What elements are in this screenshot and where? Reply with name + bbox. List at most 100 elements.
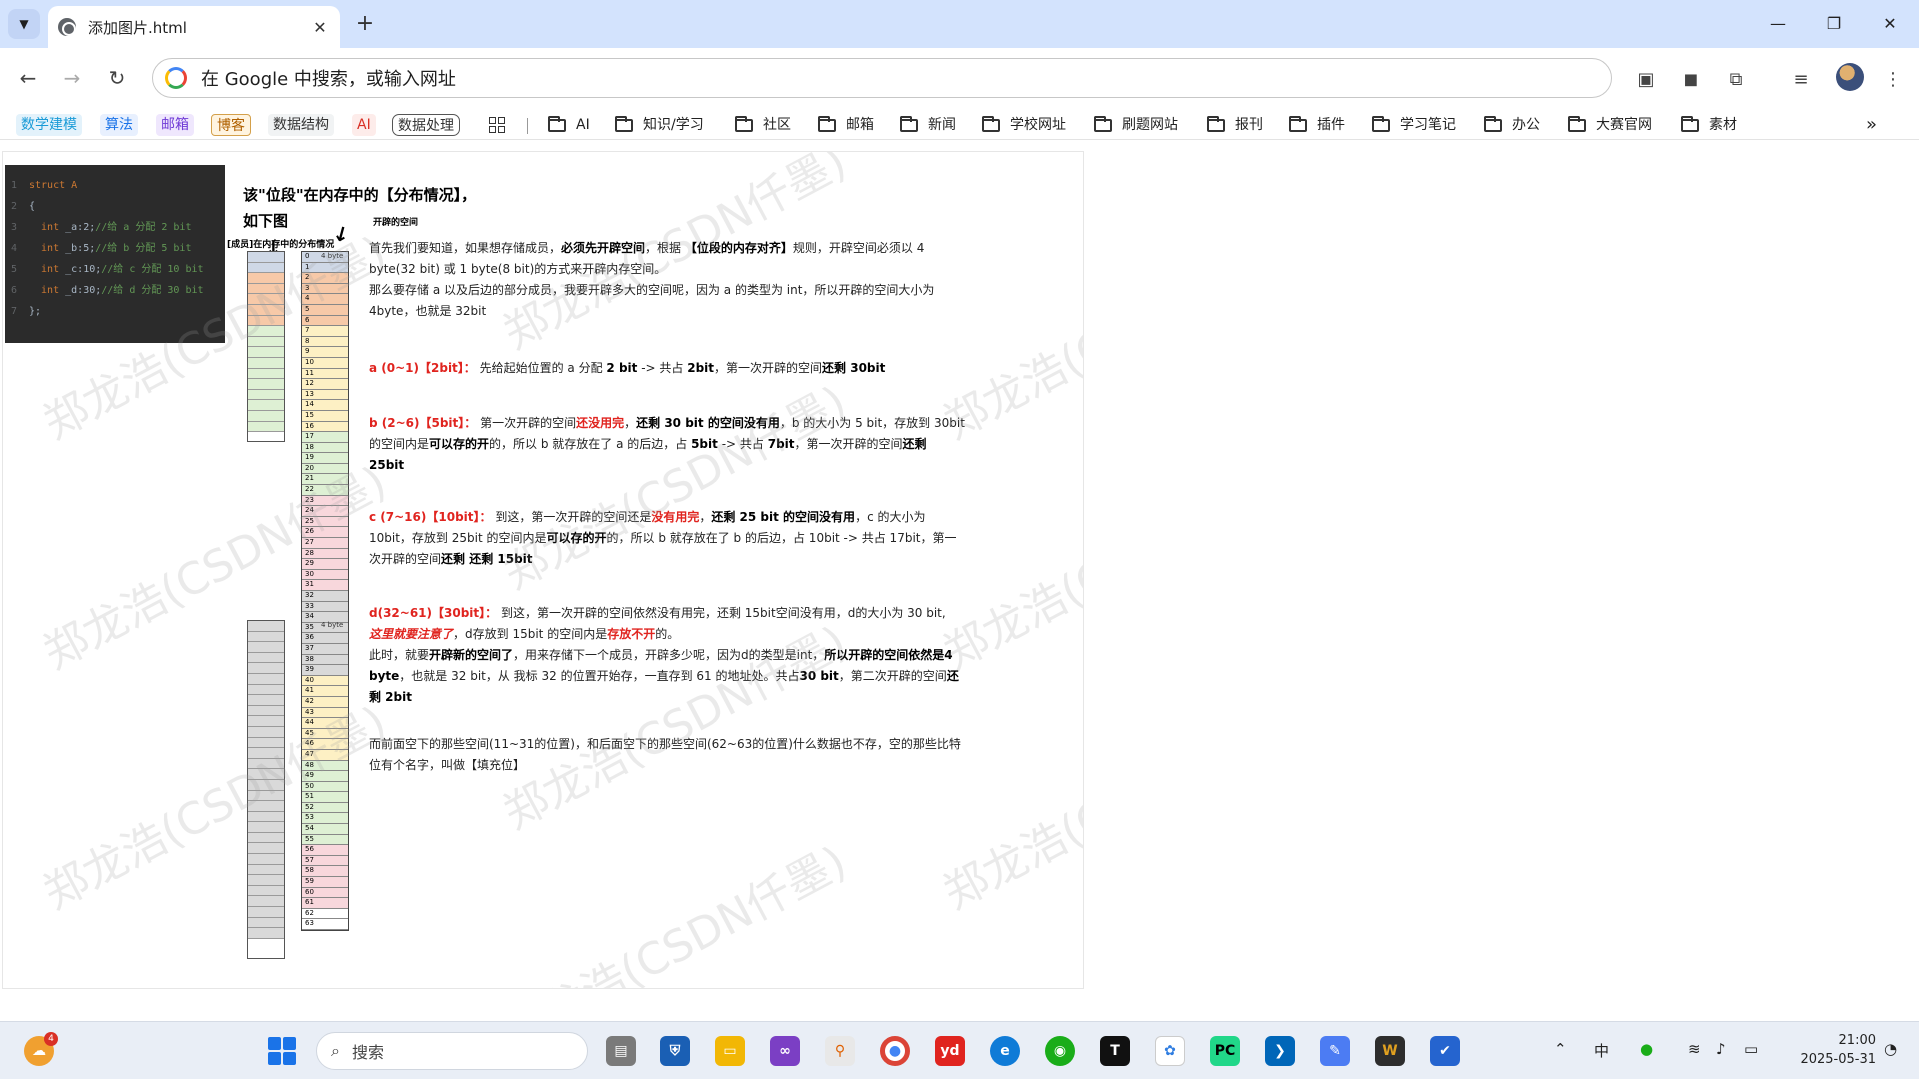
diagram-title-line: 如下图 <box>243 212 289 230</box>
pycharm-icon[interactable]: PC <box>1210 1036 1240 1066</box>
apps-grid-icon[interactable] <box>489 117 505 133</box>
start-button[interactable] <box>268 1037 296 1065</box>
system-clock[interactable]: 21:00 2025-05-31 <box>1794 1031 1876 1069</box>
volume-icon[interactable]: ♪ <box>1716 1040 1726 1058</box>
bookmark-chip[interactable]: 算法 <box>100 114 138 136</box>
wechat-icon[interactable]: ◉ <box>1045 1036 1075 1066</box>
typora-icon[interactable]: T <box>1100 1036 1130 1066</box>
member-cell <box>248 347 284 358</box>
bit-cell: 22 <box>302 485 348 496</box>
file-explorer-icon[interactable]: ▭ <box>715 1036 745 1066</box>
bookmark-folder[interactable]: 报刊 <box>1207 114 1263 136</box>
bookmark-folder[interactable]: 素材 <box>1681 114 1737 136</box>
folder-label: 素材 <box>1709 117 1737 133</box>
globe-icon <box>58 18 76 36</box>
puzzle-extensions-icon[interactable]: ⧉ <box>1723 66 1749 92</box>
notification-icon[interactable]: ◔ <box>1884 1040 1897 1058</box>
bookmark-chip[interactable]: 数据结构 <box>268 114 334 136</box>
folder-icon <box>1289 115 1307 132</box>
bookmarks-overflow-button[interactable]: » <box>1866 114 1877 136</box>
chevron-down-icon: ▼ <box>19 17 29 31</box>
chevron-up-icon[interactable]: ⌃ <box>1554 1040 1567 1058</box>
restore-button[interactable]: ❐ <box>1816 10 1852 38</box>
bookmark-chip[interactable]: 邮箱 <box>156 114 194 136</box>
visual-studio-icon[interactable]: ∞ <box>770 1036 800 1066</box>
chrome-icon[interactable]: ● <box>880 1036 910 1066</box>
folder-label: 知识/学习 <box>643 117 704 133</box>
bookmark-folder[interactable]: 社区 <box>735 114 791 136</box>
member-grid-block2 <box>247 620 285 959</box>
todo-icon[interactable]: ✔ <box>1430 1036 1460 1066</box>
bookmark-folder[interactable]: 插件 <box>1289 114 1345 136</box>
folder-label: 刷题网站 <box>1122 117 1178 133</box>
bookmark-chip[interactable]: AI <box>352 114 376 136</box>
bit-cell: 29 <box>302 559 348 570</box>
bookmark-chip[interactable]: 博客 <box>211 114 251 136</box>
bit-cell: 48 <box>302 760 348 772</box>
taskbar-search[interactable]: ⌕ 搜索 <box>316 1032 588 1070</box>
member-cell <box>248 421 284 433</box>
bit-cell: 15 <box>302 410 348 422</box>
bookmark-folder[interactable]: 邮箱 <box>818 114 874 136</box>
search-app-icon[interactable]: ⚲ <box>825 1036 855 1066</box>
wifi-icon[interactable]: ≋ <box>1688 1040 1701 1058</box>
bookmark-folder[interactable]: 办公 <box>1484 114 1540 136</box>
reload-button[interactable]: ↻ <box>101 62 133 94</box>
bookmark-folder[interactable]: 学习笔记 <box>1372 114 1456 136</box>
profile-avatar[interactable] <box>1836 63 1864 91</box>
bookmark-chip[interactable]: 数据处理 <box>392 114 460 136</box>
new-tab-button[interactable]: + <box>352 12 378 38</box>
byte-label: 4 byte <box>321 621 344 629</box>
extension-app-icon[interactable]: ◼ <box>1678 66 1704 92</box>
bit-cell: 63 <box>302 919 348 930</box>
close-window-button[interactable]: ✕ <box>1872 10 1908 38</box>
member-cell <box>248 832 284 844</box>
screenshot-icon[interactable]: ▣ <box>1633 66 1659 92</box>
folder-icon <box>1681 115 1699 132</box>
forward-button[interactable]: → <box>56 62 88 94</box>
address-bar[interactable]: 在 Google 中搜索，或输入网址 <box>152 58 1612 98</box>
member-cell <box>248 864 284 876</box>
bit-cell: 37 <box>302 643 348 655</box>
battery-icon[interactable]: ▭ <box>1744 1040 1758 1058</box>
member-cell <box>248 885 284 897</box>
bookmark-folder[interactable]: 大赛官网 <box>1568 114 1652 136</box>
baidu-netdisk-icon[interactable]: ✿ <box>1155 1036 1185 1066</box>
bit-cell: 2 <box>302 273 348 284</box>
notification-badge: 4 <box>44 1032 58 1046</box>
app-tray-icon[interactable]: ● <box>1640 1040 1653 1058</box>
code-line: 4 int _b:5;//给 b 分配 5 bit <box>11 243 192 254</box>
edge-icon[interactable]: e <box>990 1036 1020 1066</box>
bit-cell: 55 <box>302 834 348 846</box>
member-cell <box>248 907 284 918</box>
security-shield-icon[interactable]: ⛨ <box>660 1036 690 1066</box>
bookmark-folder[interactable]: 刷题网站 <box>1094 114 1178 136</box>
space-label: 开辟的空间 <box>373 218 419 228</box>
folder-icon <box>1484 115 1502 132</box>
member-cell <box>248 843 284 855</box>
youdao-icon[interactable]: yd <box>935 1036 965 1066</box>
minimize-button[interactable]: — <box>1760 10 1796 38</box>
bookmark-chip[interactable]: 数学建模 <box>16 114 82 136</box>
back-button[interactable]: ← <box>12 62 44 94</box>
notes-app-icon[interactable]: ✎ <box>1320 1036 1350 1066</box>
google-icon <box>165 67 187 89</box>
padding-bits-paragraph: 而前面空下的那些空间(11~31的位置)，和后面空下的那些空间(62~63的位置… <box>369 737 961 772</box>
task-view-icon[interactable]: ▤ <box>606 1036 636 1066</box>
browser-tab-active[interactable]: 添加图片.html ✕ <box>48 6 340 48</box>
media-control-icon[interactable]: ≡ <box>1788 66 1814 92</box>
bookmark-folder[interactable]: 知识/学习 <box>615 114 704 136</box>
menu-kebab-icon[interactable]: ⋮ <box>1880 66 1906 92</box>
tab-search-button[interactable]: ▼ <box>8 9 40 39</box>
member-d-paragraph: d(32~61)【30bit】： 到这，第一次开辟的空间依然没有用完，还剩 15… <box>369 606 959 704</box>
bookmark-folder[interactable]: 新闻 <box>900 114 956 136</box>
tab-close-button[interactable]: ✕ <box>310 17 330 37</box>
wps-icon[interactable]: W <box>1375 1036 1405 1066</box>
folder-label: 社区 <box>763 117 791 133</box>
folder-icon <box>548 115 566 132</box>
folder-label: AI <box>576 117 590 133</box>
bookmark-folder[interactable]: 学校网址 <box>982 114 1066 136</box>
ime-indicator[interactable]: 中 <box>1594 1040 1609 1061</box>
bookmark-folder[interactable]: AI <box>548 114 590 136</box>
vscode-icon[interactable]: ❯ <box>1265 1036 1295 1066</box>
